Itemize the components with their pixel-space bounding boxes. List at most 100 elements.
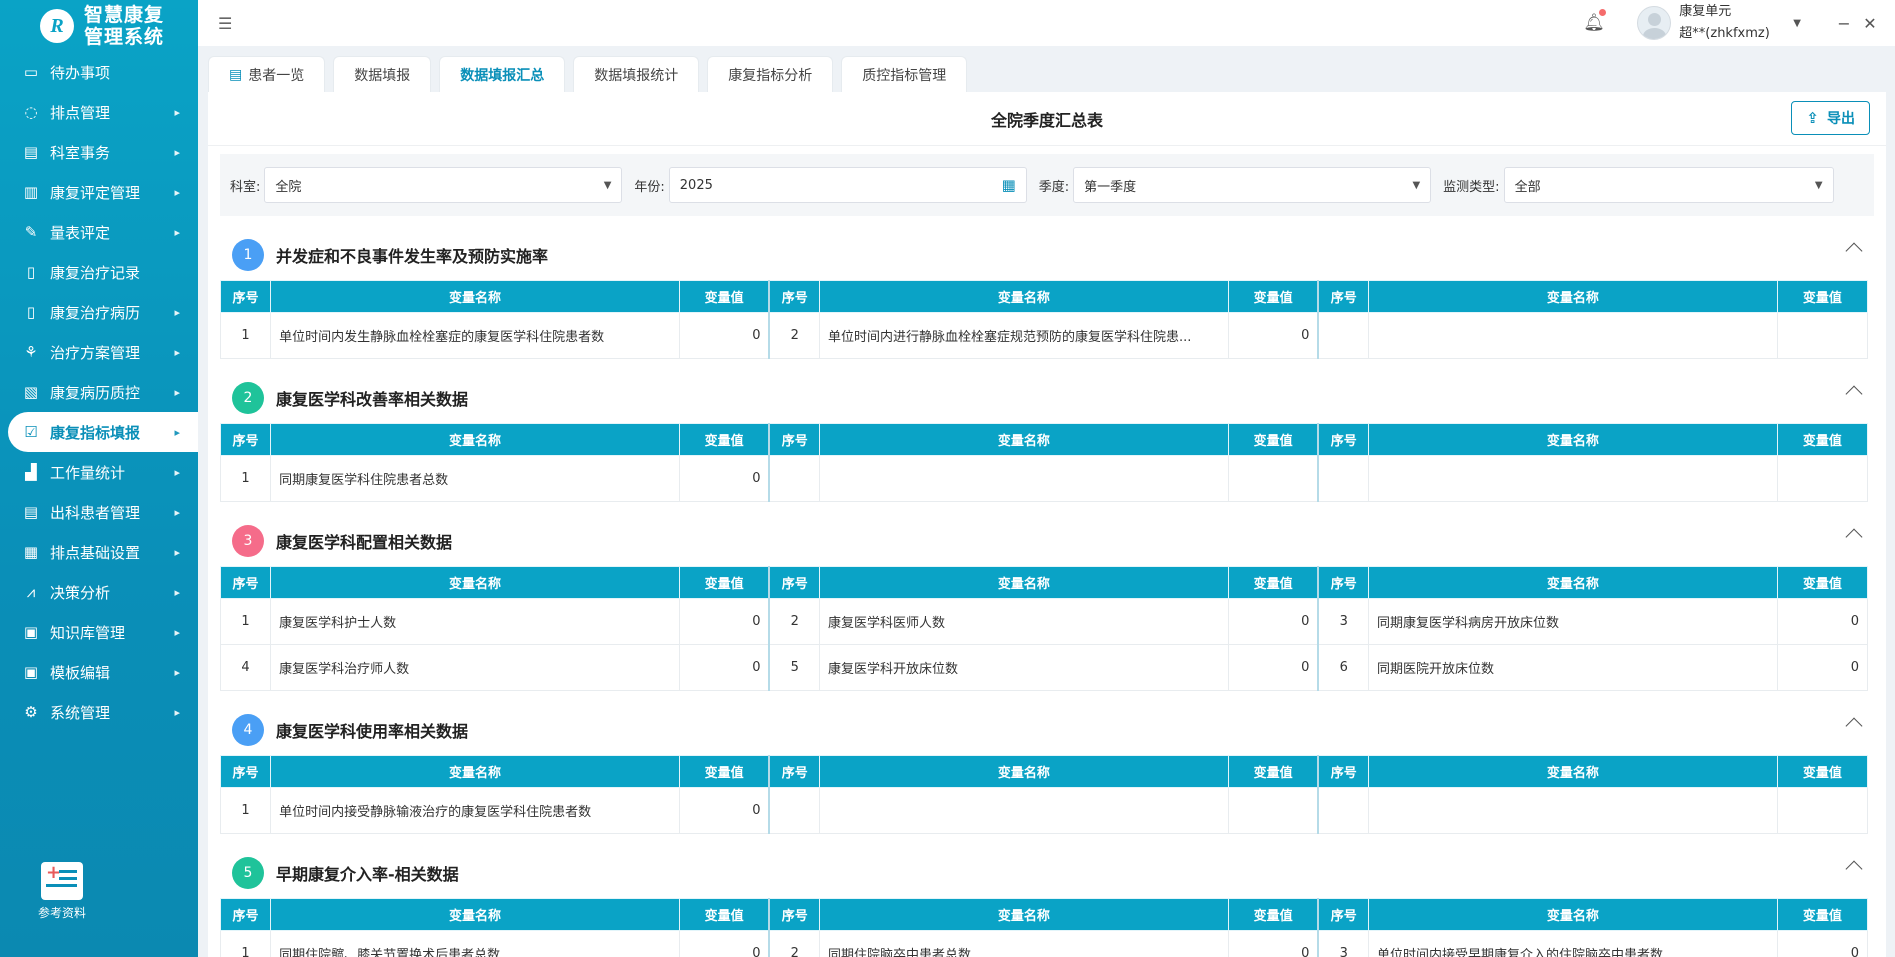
column-header-value: 变量值	[678, 898, 770, 931]
sidebar-item-11[interactable]: ▤ 出科患者管理 ▸	[0, 492, 198, 532]
chevron-right-icon: ▸	[174, 705, 180, 719]
chevron-right-icon: ▸	[174, 505, 180, 519]
tab-4[interactable]: 康复指标分析	[707, 56, 834, 92]
export-button[interactable]: ⇪ 导出	[1791, 101, 1870, 135]
sidebar-item-0[interactable]: ▭ 待办事项	[0, 52, 198, 92]
cell-seq	[1317, 455, 1370, 502]
collapse-chevron-icon[interactable]	[1845, 385, 1863, 403]
column-header-seq: 序号	[220, 898, 272, 931]
tab-2[interactable]: 数据填报汇总	[439, 56, 566, 92]
cell-value[interactable]	[1227, 787, 1319, 834]
section-number-badge: 5	[232, 857, 264, 889]
user-info[interactable]: 康复单元 超**(zhkfxmz)	[1679, 1, 1789, 45]
table-header-row: 序号 变量名称 变量值 序号 变量名称 变量值 序号 变量名称 变量值	[220, 898, 1869, 931]
cell-value[interactable]: 0	[678, 312, 770, 359]
chevron-down-icon: ▼	[1814, 179, 1823, 191]
column-header-seq: 序号	[768, 280, 821, 313]
cell-value[interactable]	[1776, 455, 1869, 502]
cell-value[interactable]: 0	[678, 455, 770, 502]
patient-icon: ▤	[23, 503, 39, 521]
cell-value[interactable]: 0	[1227, 598, 1319, 645]
cell-value[interactable]: 0	[1227, 930, 1319, 957]
cell-name: 同期医院开放床位数	[1368, 644, 1778, 691]
cell-value[interactable]: 0	[678, 930, 770, 957]
sidebar-item-3[interactable]: ▥ 康复评定管理 ▸	[0, 172, 198, 212]
tab-0[interactable]: ▤ 患者一览	[208, 56, 326, 92]
sections-container[interactable]: 1 并发症和不良事件发生率及预防实施率 序号 变量名称 变量值 序号 变量名称 变量值 序号 变量…	[220, 230, 1874, 957]
cell-value[interactable]	[1227, 455, 1319, 502]
notification-dot	[1599, 9, 1607, 16]
gear-icon: ⚙	[24, 703, 38, 721]
user-menu-caret-icon[interactable]: ▼	[1793, 18, 1801, 29]
cell-value[interactable]: 0	[1776, 644, 1869, 691]
column-header-value: 变量值	[678, 423, 770, 456]
sidebar-item-10[interactable]: ▟ 工作量统计 ▸	[0, 452, 198, 492]
quarter-value: 第一季度	[1084, 179, 1137, 195]
cell-name	[819, 787, 1229, 834]
menu-toggle-icon[interactable]: ☰	[218, 14, 232, 33]
sidebar-item-14[interactable]: ▣ 知识库管理 ▸	[0, 612, 198, 652]
monitor-type-select[interactable]: 全部 ▼	[1503, 167, 1834, 203]
reference-book-icon	[41, 862, 83, 900]
sidebar-item-label: 康复评定管理	[50, 183, 141, 202]
close-icon[interactable]: ✕	[1857, 14, 1883, 33]
sidebar-item-15[interactable]: ▣ 模板编辑 ▸	[0, 652, 198, 692]
chevron-right-icon: ▸	[174, 385, 180, 399]
tab-5[interactable]: 质控指标管理	[841, 56, 968, 92]
sidebar-item-1[interactable]: ◌ 排点管理 ▸	[0, 92, 198, 132]
sidebar-item-8[interactable]: ▧ 康复病历质控 ▸	[0, 372, 198, 412]
notification-bell-icon[interactable]: 🔔︎	[1583, 9, 1607, 33]
cell-value[interactable]	[1776, 312, 1869, 359]
cell-value[interactable]: 0	[678, 787, 770, 834]
cell-value[interactable]: 0	[1776, 598, 1869, 645]
cell-seq: 2	[768, 930, 821, 957]
year-picker[interactable]: 2025 ▦	[668, 167, 1027, 203]
sidebar-item-13[interactable]: ⩘ 决策分析 ▸	[0, 572, 198, 612]
cell-value[interactable]: 0	[1776, 930, 1869, 957]
collapse-chevron-icon[interactable]	[1845, 242, 1863, 260]
cell-value[interactable]: 0	[678, 598, 770, 645]
minimize-icon[interactable]: −	[1831, 14, 1857, 33]
cell-name: 同期康复医学科病房开放床位数	[1368, 598, 1778, 645]
column-header-seq: 序号	[220, 280, 272, 313]
tab-bar: ▤ 患者一览 数据填报 数据填报汇总 数据填报统计 康复指标分析 质控指标管理	[208, 56, 975, 92]
tab-1[interactable]: 数据填报	[333, 56, 432, 92]
cell-name: 单位时间内接受早期康复介入的住院脑卒中患者数	[1368, 930, 1778, 957]
user-avatar[interactable]	[1637, 6, 1672, 40]
column-header-value: 变量值	[678, 755, 770, 788]
chevron-right-icon: ▸	[174, 585, 180, 599]
sidebar-item-5[interactable]: ▯ 康复治疗记录	[0, 252, 198, 292]
column-header-seq: 序号	[1317, 755, 1370, 788]
collapse-chevron-icon[interactable]	[1845, 860, 1863, 878]
cell-value[interactable]: 0	[678, 644, 770, 691]
sidebar-item-12[interactable]: ▦ 排点基础设置 ▸	[0, 532, 198, 572]
dept-select[interactable]: 全院 ▼	[264, 167, 623, 203]
collapse-chevron-icon[interactable]	[1845, 717, 1863, 735]
sidebar-item-7[interactable]: ⚘ 治疗方案管理 ▸	[0, 332, 198, 372]
column-header-name: 变量名称	[270, 898, 680, 931]
reference-materials-button[interactable]: 参考资料	[24, 862, 100, 921]
chevron-right-icon: ▸	[174, 345, 180, 359]
cell-value[interactable]	[1776, 787, 1869, 834]
tab-label: 数据填报统计	[594, 67, 679, 84]
sidebar-item-4[interactable]: ✎ 量表评定 ▸	[0, 212, 198, 252]
cell-value[interactable]: 0	[1227, 644, 1319, 691]
tab-3[interactable]: 数据填报统计	[573, 56, 700, 92]
section-title: 4 康复医学科使用率相关数据	[220, 705, 1874, 755]
sidebar-item-6[interactable]: ▯ 康复治疗病历 ▸	[0, 292, 198, 332]
sidebar-item-16[interactable]: ⚙ 系统管理 ▸	[0, 692, 198, 732]
sidebar-item-9[interactable]: ☑ 康复指标填报 ▸	[8, 412, 198, 452]
sidebar-item-2[interactable]: ▤ 科室事务 ▸	[0, 132, 198, 172]
cell-name: 同期住院髋、膝关节置换术后患者总数	[270, 930, 680, 957]
plan-icon: ⚘	[24, 343, 38, 361]
data-section: 1 并发症和不良事件发生率及预防实施率 序号 变量名称 变量值 序号 变量名称 变量值 序号 变量…	[220, 230, 1874, 359]
column-header-name: 变量名称	[1368, 566, 1778, 599]
tab-label: 患者一览	[248, 67, 305, 84]
chevron-right-icon: ▸	[174, 145, 180, 159]
chevron-right-icon: ▸	[174, 225, 180, 239]
cell-value[interactable]: 0	[1227, 312, 1319, 359]
quarter-select[interactable]: 第一季度 ▼	[1073, 167, 1432, 203]
column-header-value: 变量值	[1776, 566, 1869, 599]
collapse-chevron-icon[interactable]	[1845, 528, 1863, 546]
quality-icon: ▧	[23, 383, 39, 401]
